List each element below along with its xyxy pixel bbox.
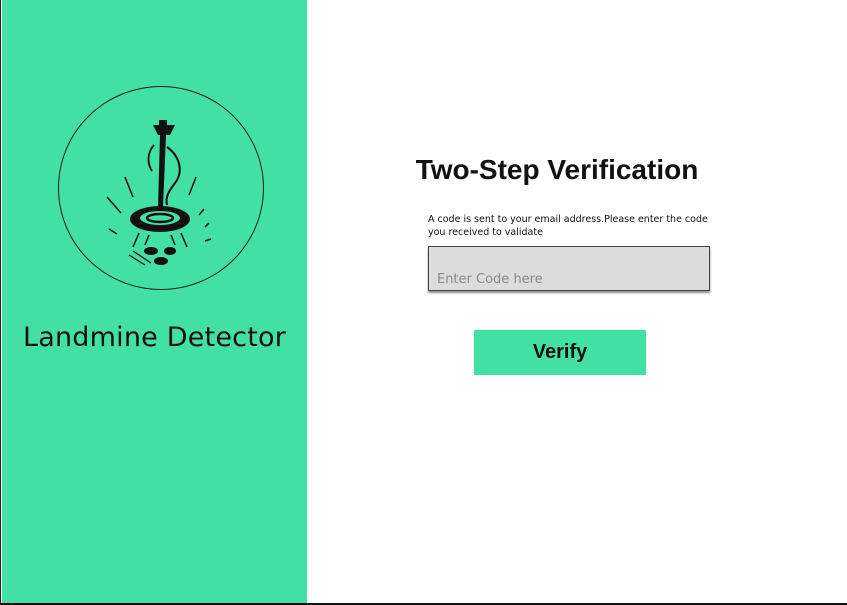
app-frame: Landmine Detector Two-Step Verification …	[0, 0, 847, 605]
logo	[58, 86, 264, 290]
instructions-text: A code is sent to your email address.Ple…	[428, 214, 708, 238]
verification-panel: Two-Step Verification A code is sent to …	[307, 0, 847, 603]
verify-button[interactable]: Verify	[474, 330, 646, 375]
branding-panel: Landmine Detector	[2, 0, 307, 603]
code-input[interactable]	[428, 246, 710, 291]
metal-detector-icon	[106, 120, 212, 266]
page-title: Two-Step Verification	[415, 154, 699, 185]
app-title: Landmine Detector	[23, 322, 286, 353]
